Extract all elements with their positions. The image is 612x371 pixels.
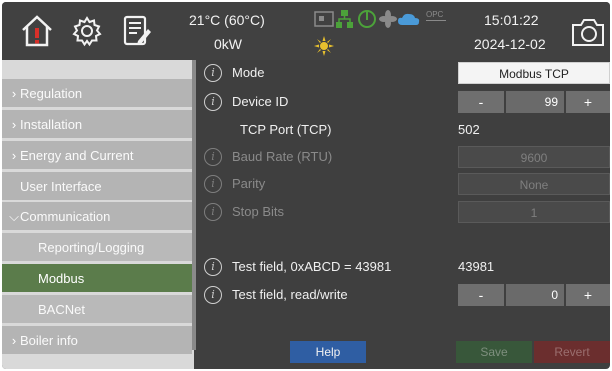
- sidebar-item-label: Energy and Current: [20, 148, 134, 163]
- info-icon: i: [204, 148, 222, 166]
- chevron-right-icon: ›: [11, 148, 17, 163]
- sidebar-item-label: Reporting/Logging: [38, 240, 145, 255]
- home-alarm-icon[interactable]: [20, 14, 54, 48]
- report-edit-icon[interactable]: [120, 14, 154, 48]
- info-icon[interactable]: i: [204, 64, 222, 82]
- help-button[interactable]: Help: [290, 341, 366, 363]
- temperature-readout: 21°C (60°C): [189, 12, 265, 28]
- baud-rate-label: Baud Rate (RTU): [232, 149, 333, 164]
- sidebar-item-label: Modbus: [38, 271, 85, 286]
- device-id-increment-button[interactable]: +: [566, 91, 610, 113]
- info-icon: i: [204, 203, 222, 221]
- baud-rate-select: 9600: [458, 146, 610, 168]
- opc-underline: [426, 20, 446, 21]
- parity-select: None: [458, 173, 610, 195]
- sidebar-item-modbus[interactable]: Modbus: [2, 264, 192, 293]
- test-rw-label: Test field, read/write: [232, 287, 348, 302]
- gear-icon[interactable]: [70, 14, 104, 48]
- sidebar-scrollbar[interactable]: [192, 60, 196, 350]
- sidebar-item-reporting-logging[interactable]: Reporting/Logging: [2, 233, 192, 262]
- revert-button[interactable]: Revert: [534, 341, 610, 363]
- test-rw-decrement-button[interactable]: -: [458, 284, 504, 306]
- sidebar-item-label: Installation: [20, 117, 83, 132]
- app-window: 21°C (60°C) 0kW OPC 15:01:22 2024-12-02 …: [2, 2, 610, 369]
- status-icons: OPC: [312, 8, 452, 30]
- mode-label: Mode: [232, 65, 265, 80]
- save-button[interactable]: Save: [456, 341, 532, 363]
- sidebar-item-communication[interactable]: ⌵Communication: [2, 202, 192, 231]
- tcp-port-value: 502: [458, 122, 480, 137]
- sidebar-item-label: User Interface: [20, 179, 102, 194]
- info-icon: i: [204, 175, 222, 193]
- sidebar-item-label: Communication: [20, 209, 111, 224]
- power-readout: 0kW: [214, 36, 242, 52]
- top-bar: 21°C (60°C) 0kW OPC 15:01:22 2024-12-02: [2, 2, 610, 60]
- test-field-label: Test field, 0xABCD = 43981: [232, 259, 392, 274]
- sidebar-item-energy-and-current[interactable]: › Energy and Current: [2, 141, 192, 170]
- opc-label: OPC: [426, 10, 444, 19]
- test-field-value: 43981: [458, 259, 495, 274]
- sidebar-item-bacnet[interactable]: BACNet: [2, 295, 192, 324]
- device-id-decrement-button[interactable]: -: [458, 91, 504, 113]
- info-icon[interactable]: i: [204, 93, 222, 111]
- chevron-right-icon: ›: [11, 117, 17, 132]
- sidebar-item-label: Regulation: [20, 86, 83, 101]
- device-id-value[interactable]: 99: [506, 91, 564, 113]
- clock-time: 15:01:22: [484, 12, 539, 28]
- sidebar-item-installation[interactable]: › Installation: [2, 110, 192, 139]
- sidebar-item-regulation[interactable]: › Regulation: [2, 79, 192, 108]
- chevron-down-icon: ⌵: [9, 209, 19, 224]
- sidebar: › Regulation › Installation › Energy and Cu…: [2, 60, 194, 369]
- stop-bits-select: 1: [458, 201, 610, 223]
- chevron-right-icon: ›: [11, 86, 17, 101]
- sun-icon: [314, 36, 334, 56]
- sidebar-item-user-interface[interactable]: User Interface: [2, 172, 192, 201]
- device-id-label: Device ID: [232, 94, 289, 109]
- clock-date: 2024-12-02: [474, 36, 546, 52]
- tcp-port-label: TCP Port (TCP): [240, 122, 332, 137]
- sidebar-item-boiler-info[interactable]: › Boiler info: [2, 326, 192, 355]
- camera-icon[interactable]: [570, 16, 606, 48]
- mode-select[interactable]: Modbus TCP: [458, 62, 610, 84]
- parity-label: Parity: [232, 176, 266, 191]
- test-rw-increment-button[interactable]: +: [566, 284, 610, 306]
- test-rw-value[interactable]: 0: [506, 284, 564, 306]
- info-icon[interactable]: i: [204, 258, 222, 276]
- sidebar-item-label: Boiler info: [20, 333, 78, 348]
- chevron-right-icon: ›: [11, 333, 17, 348]
- sidebar-item-label: BACNet: [38, 302, 85, 317]
- stop-bits-label: Stop Bits: [232, 204, 285, 219]
- info-icon[interactable]: i: [204, 286, 222, 304]
